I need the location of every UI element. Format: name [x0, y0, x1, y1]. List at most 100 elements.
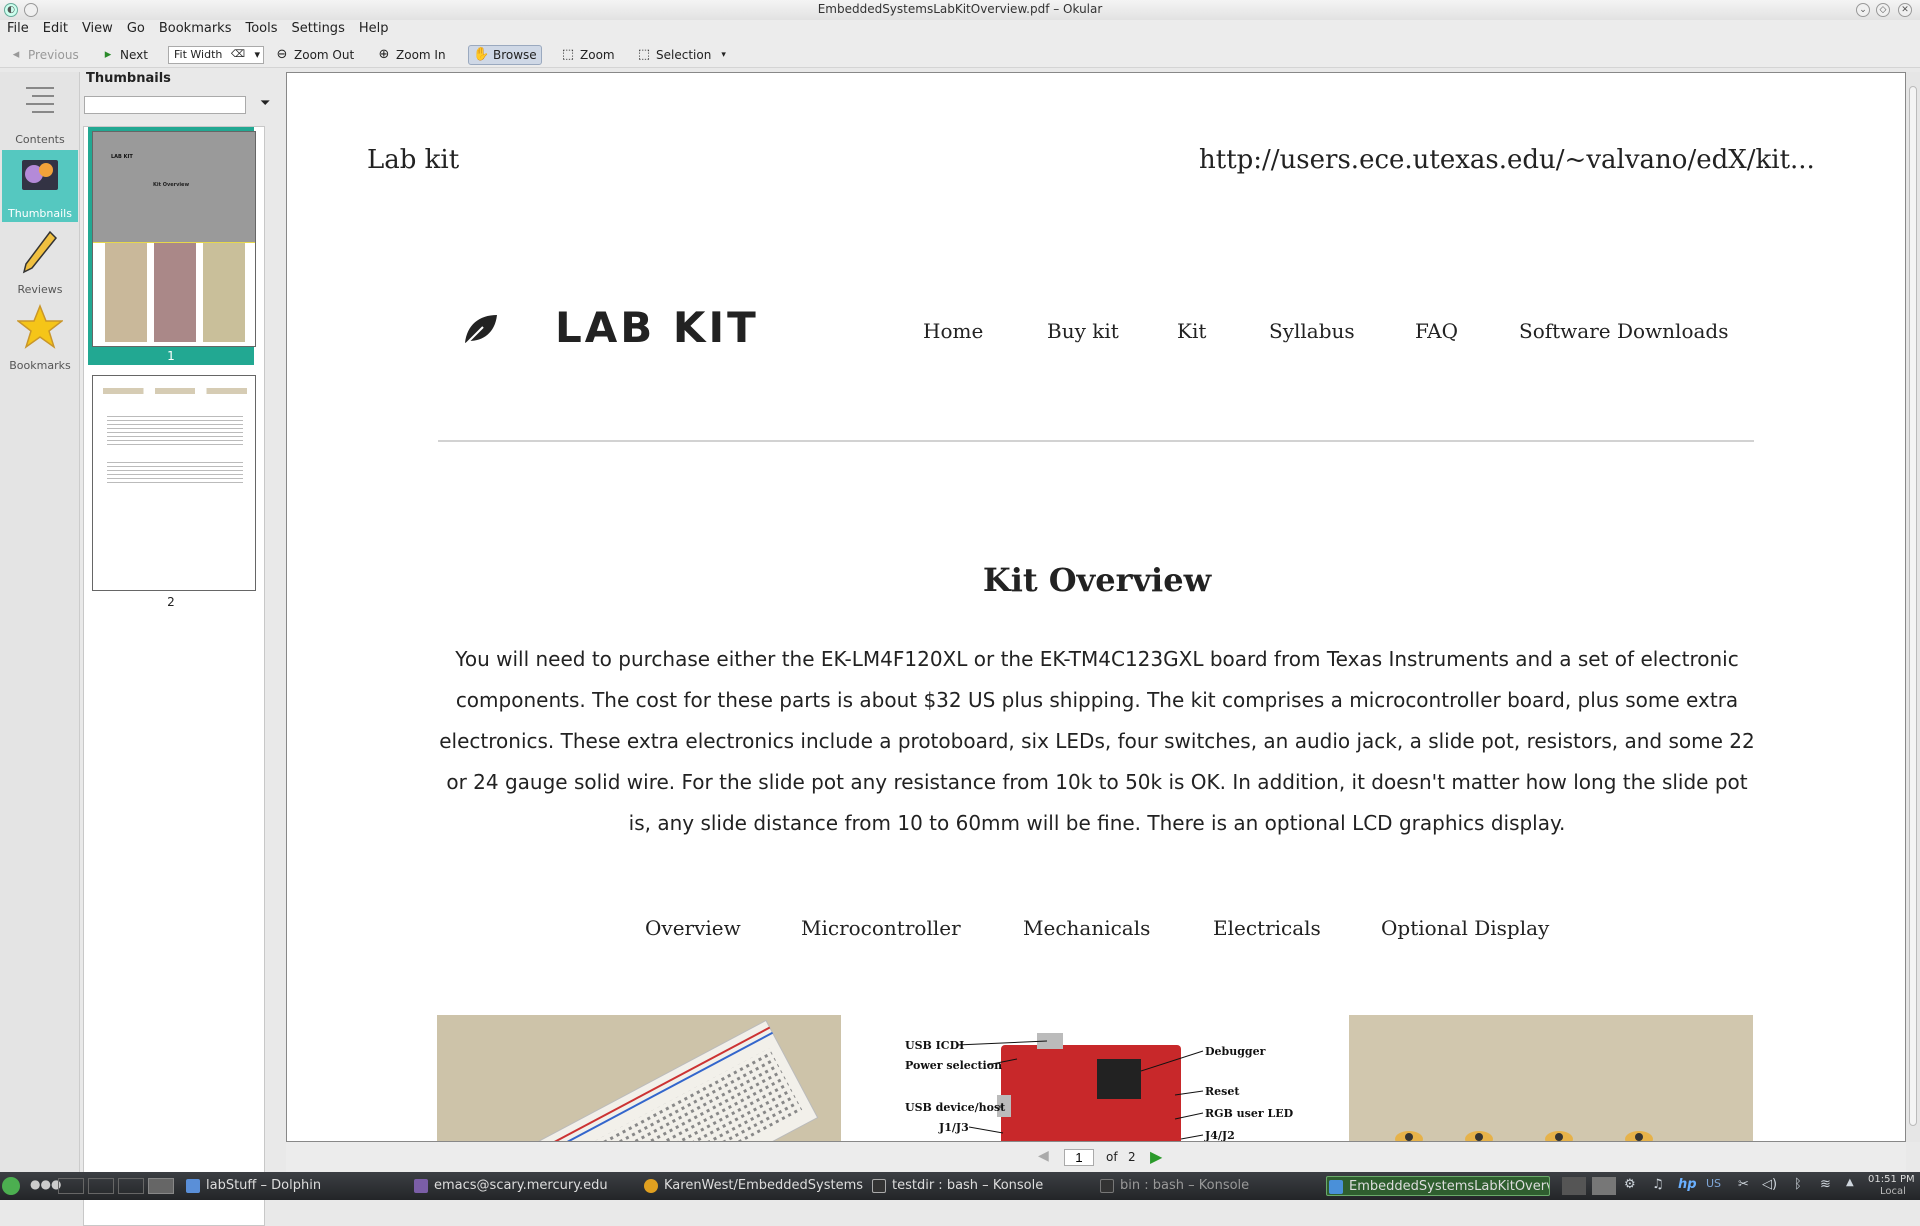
zoom-out-button[interactable]: ⊖ Zoom Out: [270, 45, 358, 65]
zoom-in-button[interactable]: ⊕ Zoom In: [372, 45, 450, 65]
page-title: Kit Overview: [982, 561, 1212, 599]
selection-tool-button[interactable]: ⬚ Selection ▾: [632, 45, 730, 65]
thumbnails-panel: Thumbnails ⏷ LAB KIT Kit Overview 1 2: [80, 68, 360, 1226]
tray-expand-icon[interactable]: ▲: [1846, 1177, 1854, 1188]
desktop-4-button[interactable]: [148, 1178, 174, 1194]
more-icon[interactable]: ●●●: [30, 1177, 61, 1191]
clock-time[interactable]: 01:51 PM: [1868, 1174, 1915, 1185]
thumbnail-search-input[interactable]: [84, 96, 246, 114]
sidebar-item-label: Contents: [15, 133, 65, 146]
next-button[interactable]: ▸ Next: [96, 45, 152, 65]
launchpad-board-photo: USB ICDI Power selection USB device/host…: [887, 1015, 1307, 1141]
minimize-icon[interactable]: ⌄: [1856, 3, 1870, 17]
chevron-down-icon: ▾: [721, 50, 726, 60]
section-electricals-link[interactable]: Electricals: [1213, 916, 1321, 940]
zoom-out-icon: ⊖: [276, 47, 288, 62]
menu-help[interactable]: Help: [352, 20, 396, 37]
clock-zone: Local: [1880, 1186, 1906, 1197]
thumbnail-number: 1: [167, 349, 175, 363]
chevron-down-icon: ▾: [254, 48, 260, 61]
zoom-in-label: Zoom In: [396, 48, 446, 62]
clear-icon[interactable]: ⌫: [231, 47, 245, 63]
nav-home-link[interactable]: Home: [923, 319, 983, 343]
task-konsole-bin[interactable]: bin : bash – Konsole: [1098, 1176, 1249, 1196]
thumbnails-header: Thumbnails: [86, 71, 171, 86]
window-titlebar: ◐ EmbeddedSystemsLabKitOverview.pdf – Ok…: [0, 0, 1920, 20]
task-konsole-testdir[interactable]: testdir : bash – Konsole: [870, 1176, 1043, 1196]
zoom-tool-button[interactable]: ⬚ Zoom: [556, 45, 619, 65]
nav-syllabus-link[interactable]: Syllabus: [1269, 319, 1355, 343]
site-logo: LAB KIT: [555, 303, 759, 352]
arrow-right-icon: ▸: [104, 47, 112, 62]
nav-kit-link[interactable]: Kit: [1177, 319, 1206, 343]
filter-icon[interactable]: ⏷: [260, 96, 270, 111]
desktop-3-button[interactable]: [118, 1178, 144, 1194]
task-dolphin[interactable]: labStuff – Dolphin: [184, 1176, 321, 1196]
task-label: labStuff – Dolphin: [206, 1178, 322, 1193]
volume-icon[interactable]: ◁): [1762, 1177, 1777, 1192]
zoom-mode-select[interactable]: Fit Width ⌫ ▾: [168, 46, 264, 64]
page-total: 2: [1128, 1150, 1136, 1164]
sidebar-item-contents[interactable]: Contents: [2, 76, 78, 148]
menu-settings[interactable]: Settings: [285, 20, 352, 37]
task-chrome[interactable]: KarenWest/EmbeddedSystems: [642, 1176, 863, 1196]
page-1-preview: LAB KIT Kit Overview: [92, 131, 256, 347]
switches-photo: [1349, 1015, 1753, 1141]
next-page-icon[interactable]: ▶: [1150, 1147, 1162, 1166]
menu-view[interactable]: View: [75, 20, 120, 37]
menu-file[interactable]: File: [0, 20, 36, 37]
bluetooth-icon[interactable]: ᛒ: [1794, 1177, 1802, 1192]
wifi-icon[interactable]: ≋: [1820, 1177, 1831, 1192]
page-of-label: of: [1106, 1150, 1118, 1164]
menu-edit[interactable]: Edit: [36, 20, 75, 37]
page-number-input[interactable]: [1064, 1149, 1094, 1166]
thumbnail-page-2[interactable]: 2: [88, 371, 256, 621]
desktop-2-button[interactable]: [88, 1178, 114, 1194]
pager-thumb[interactable]: [1562, 1177, 1586, 1195]
hp-icon[interactable]: hp: [1678, 1177, 1697, 1192]
zoom-in-icon: ⊕: [378, 47, 390, 62]
sidebar-item-label: Thumbnails: [8, 207, 72, 220]
close-icon[interactable]: ✕: [1898, 3, 1912, 17]
protoboard-photo: [437, 1015, 841, 1141]
keyboard-layout[interactable]: US: [1706, 1177, 1721, 1190]
thumbnail-page-1[interactable]: LAB KIT Kit Overview 1: [88, 127, 256, 365]
settings-icon[interactable]: ⚙: [1624, 1177, 1636, 1192]
sidebar-item-reviews[interactable]: Reviews: [2, 226, 78, 298]
nav-software-downloads-link[interactable]: Software Downloads: [1519, 319, 1728, 343]
tools-icon[interactable]: ✂: [1738, 1177, 1749, 1192]
section-microcontroller-link[interactable]: Microcontroller: [801, 916, 961, 940]
divider: [438, 440, 1754, 442]
section-optional-display-link[interactable]: Optional Display: [1381, 916, 1549, 940]
music-icon[interactable]: ♫: [1652, 1177, 1664, 1192]
task-okular[interactable]: EmbeddedSystemsLabKitOverv: [1326, 1176, 1550, 1196]
taskbar: ●●● labStuff – Dolphin emacs@scary.mercu…: [0, 1172, 1920, 1200]
board-label: Reset: [1205, 1085, 1240, 1098]
previous-page-icon[interactable]: ◀: [1038, 1148, 1049, 1164]
sidebar-item-thumbnails[interactable]: Thumbnails: [2, 150, 78, 222]
nav-buy-kit-link[interactable]: Buy kit: [1047, 319, 1119, 343]
page-navigation-bar: ◀ of 2 ▶: [286, 1142, 1906, 1172]
browse-tool-button[interactable]: ✋ Browse: [468, 45, 542, 65]
task-label: bin : bash – Konsole: [1120, 1178, 1250, 1193]
menu-bookmarks[interactable]: Bookmarks: [152, 20, 239, 37]
intro-paragraph: You will need to purchase either the EK-…: [439, 647, 1755, 835]
previous-button[interactable]: ◂ Previous: [4, 45, 83, 65]
nav-faq-link[interactable]: FAQ: [1415, 319, 1458, 343]
sidebar-item-bookmarks[interactable]: Bookmarks: [2, 302, 78, 374]
selection-icon: ⬚: [637, 47, 651, 62]
document-scrollbar[interactable]: [1906, 72, 1920, 1142]
menu-go[interactable]: Go: [120, 20, 152, 37]
section-mechanicals-link[interactable]: Mechanicals: [1023, 916, 1150, 940]
board-label: RGB user LED: [1205, 1107, 1294, 1120]
board-label: USB device/host: [905, 1101, 1006, 1114]
maximize-icon[interactable]: ◇: [1876, 3, 1890, 17]
desktop-1-button[interactable]: [58, 1178, 84, 1194]
pencil-icon: [22, 230, 58, 274]
pager-thumb[interactable]: [1592, 1177, 1616, 1195]
section-overview-link[interactable]: Overview: [645, 916, 741, 940]
task-emacs[interactable]: emacs@scary.mercury.edu: [412, 1176, 608, 1196]
menu-tools[interactable]: Tools: [238, 20, 284, 37]
board-label: Power selection: [905, 1059, 1002, 1072]
start-menu-icon[interactable]: [2, 1177, 20, 1195]
